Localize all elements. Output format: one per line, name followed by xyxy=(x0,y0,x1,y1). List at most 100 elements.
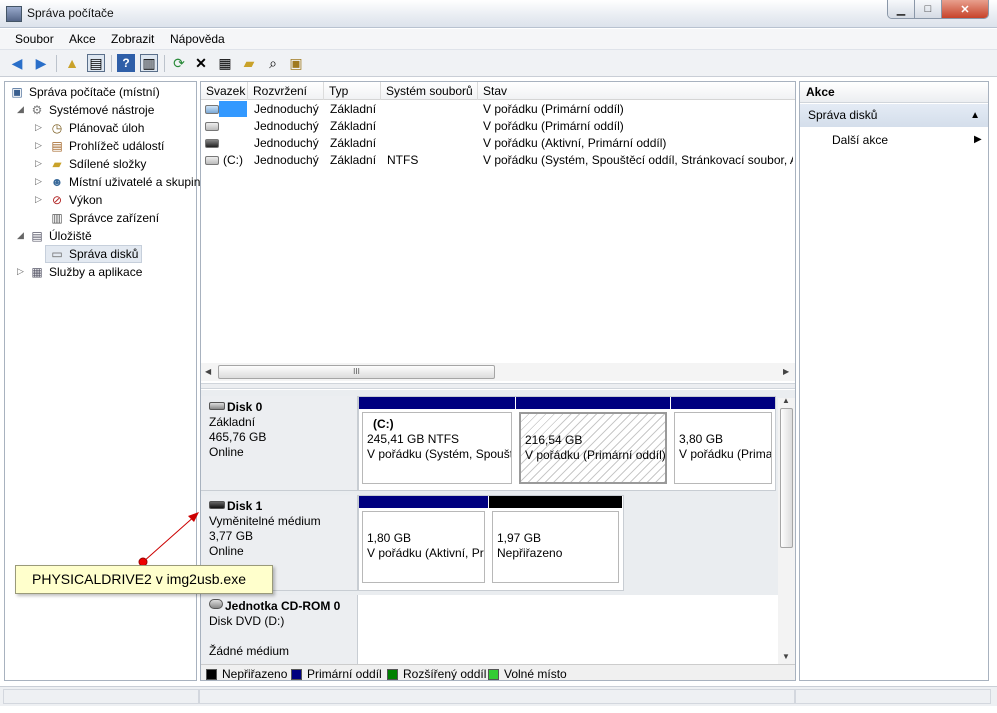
unallocated-bar xyxy=(489,496,622,508)
menu-file[interactable]: Soubor xyxy=(15,32,54,46)
tree-item-label: Systémové nástroje xyxy=(49,102,155,117)
column-header-type[interactable]: Typ xyxy=(324,82,381,100)
expand-icon[interactable]: ▷ xyxy=(35,158,44,169)
scroll-up-icon[interactable]: ▲ xyxy=(782,396,790,405)
menu-view[interactable]: Zobrazit xyxy=(111,32,154,46)
scroll-left-icon[interactable]: ◀ xyxy=(205,367,211,376)
horizontal-scrollbar[interactable]: ◀ III ▶ xyxy=(201,363,795,381)
vertical-scrollbar[interactable]: ▲ ▼ xyxy=(778,396,795,664)
minimize-button[interactable]: ▁ xyxy=(888,0,915,18)
tree-item-root[interactable]: ▣ Správa počítače (místní) xyxy=(9,83,159,100)
shared-folder-icon: ▰ xyxy=(52,156,62,171)
performance-icon: ⊘ xyxy=(51,192,63,207)
tree-item-storage[interactable]: ◢ ▤ Úložiště xyxy=(17,227,92,244)
cdrom-0-label[interactable]: Jednotka CD-ROM 0 Disk DVD (D:) Žádné mé… xyxy=(201,595,358,664)
disk-name: Disk 1 xyxy=(227,499,263,513)
status-cell xyxy=(3,689,199,704)
tree-item-system-tools[interactable]: ◢ ⚙ Systémové nástroje xyxy=(17,101,154,118)
tree-item-device-manager[interactable]: ▥ Správce zařízení xyxy=(49,209,159,226)
collapse-icon[interactable]: ◢ xyxy=(17,230,26,241)
tree-item-event-viewer[interactable]: ▷ ▤ Prohlížeč událostí xyxy=(35,137,164,154)
maximize-button[interactable]: □ xyxy=(915,0,942,18)
legend-swatch xyxy=(206,668,217,680)
actions-section-disk-management[interactable]: Správa disků ▲ xyxy=(800,104,988,127)
volume-row[interactable]: Jednoduchý Základní V pořádku (Primární … xyxy=(201,101,795,118)
menu-help[interactable]: Nápověda xyxy=(170,32,225,46)
tree-item-task-scheduler[interactable]: ▷ ◷ Plánovač úloh xyxy=(35,119,144,136)
pane-splitter[interactable] xyxy=(201,383,795,389)
more-actions-item[interactable]: Další akce xyxy=(832,133,888,147)
refresh-icon[interactable]: ⟳ xyxy=(170,54,188,72)
close-button[interactable]: ✕ xyxy=(942,0,988,18)
submenu-arrow-icon[interactable]: ▶ xyxy=(974,134,982,145)
partition-status: V pořádku (Prima xyxy=(679,447,772,461)
up-folder-icon[interactable]: ▲ xyxy=(63,54,81,72)
column-header-volume[interactable]: Svazek xyxy=(201,82,248,100)
expand-icon[interactable]: ▷ xyxy=(35,176,44,187)
disk-state: Online xyxy=(209,445,244,459)
tree-item-label: Výkon xyxy=(69,192,103,207)
partition-c[interactable]: (C:) 245,41 GB NTFS V pořádku (Systém, S… xyxy=(359,397,515,487)
legend-item: Rozšířený oddíl xyxy=(387,667,486,680)
volume-row[interactable]: (C:) Jednoduchý Základní NTFS V pořádku … xyxy=(201,152,795,169)
partition-body: 3,80 GB V pořádku (Prima xyxy=(674,412,772,484)
collapse-up-icon[interactable]: ▲ xyxy=(970,104,980,127)
legend-swatch xyxy=(488,668,499,680)
legend-label: Nepřiřazeno xyxy=(222,667,288,681)
expand-icon[interactable]: ▷ xyxy=(35,122,44,133)
expand-icon[interactable]: ▷ xyxy=(35,194,44,205)
tree-item-label: Plánovač úloh xyxy=(69,120,145,135)
expand-icon[interactable]: ▷ xyxy=(35,140,44,151)
volume-row[interactable]: Jednoduchý Základní V pořádku (Aktivní, … xyxy=(201,135,795,152)
menu-action[interactable]: Akce xyxy=(69,32,96,46)
help-icon[interactable]: ? xyxy=(117,54,135,72)
disk-state: Online xyxy=(209,544,244,558)
tree-item-disk-management[interactable]: ▭ Správa disků xyxy=(45,244,143,263)
scroll-right-icon[interactable]: ▶ xyxy=(783,367,789,376)
legend: Nepřiřazeno Primární oddíl Rozšířený odd… xyxy=(201,664,795,680)
column-header-status[interactable]: Stav xyxy=(478,82,795,100)
column-header-filesystem[interactable]: Systém souborů xyxy=(381,82,478,100)
properties-icon[interactable]: ▦ xyxy=(216,54,234,72)
scrollbar-thumb[interactable] xyxy=(780,408,793,548)
partition-primary-3gb[interactable]: 3,80 GB V pořádku (Prima xyxy=(671,397,775,487)
status-bar xyxy=(0,686,997,706)
disk-size: 3,77 GB xyxy=(209,529,254,543)
tree-item-services[interactable]: ▷ ▦ Služby a aplikace xyxy=(17,263,142,280)
tree-item-shared-folders[interactable]: ▷ ▰ Sdílené složky xyxy=(35,155,146,172)
tree-item-performance[interactable]: ▷ ⊘ Výkon xyxy=(35,191,102,208)
status-cell xyxy=(795,689,991,704)
disk-size: 465,76 GB xyxy=(209,430,267,444)
partition-primary-216gb[interactable]: 216,54 GB V pořádku (Primární oddíl) xyxy=(516,397,670,487)
hard-disk-icon xyxy=(209,402,225,410)
forward-icon[interactable]: ▶ xyxy=(32,54,50,72)
volume-row[interactable]: Jednoduchý Základní V pořádku (Primární … xyxy=(201,118,795,135)
volume-name-selected[interactable] xyxy=(219,101,247,117)
disk-state: Žádné médium xyxy=(209,644,290,658)
partition-size: 1,97 GB xyxy=(497,531,542,545)
collapse-icon[interactable]: ◢ xyxy=(17,104,26,115)
disk-0-label[interactable]: Disk 0 Základní 465,76 GB Online xyxy=(201,396,358,491)
delete-icon[interactable]: ✕ xyxy=(192,54,210,72)
column-header-layout[interactable]: Rozvržení xyxy=(248,82,324,100)
tools-icon: ⚙ xyxy=(31,102,43,117)
window-controls: ▁ □ ✕ xyxy=(887,0,989,19)
scroll-down-icon[interactable]: ▼ xyxy=(782,652,790,661)
wizard-icon[interactable]: ▣ xyxy=(287,54,305,72)
partition-primary-1gb[interactable]: 1,80 GB V pořádku (Aktivní, Pr xyxy=(359,496,488,586)
open-icon[interactable]: ▰ xyxy=(240,54,258,72)
title-bar[interactable]: Správa počítače ▁ □ ✕ xyxy=(0,0,997,28)
volume-layout: Jednoduchý xyxy=(254,102,319,116)
volume-type: Základní xyxy=(330,102,377,116)
expand-icon[interactable]: ▷ xyxy=(17,266,26,277)
volume-status: V pořádku (Aktivní, Primární oddíl) xyxy=(483,136,667,150)
partition-unallocated[interactable]: 1,97 GB Nepřiřazeno xyxy=(489,496,622,586)
show-hide-tree-icon[interactable]: ▤ xyxy=(87,54,105,72)
scrollbar-thumb[interactable]: III xyxy=(218,365,495,379)
back-icon[interactable]: ◀ xyxy=(8,54,26,72)
tree-item-local-users[interactable]: ▷ ☻ Místní uživatelé a skupiny xyxy=(35,173,206,190)
volume-status: V pořádku (Primární oddíl) xyxy=(483,102,624,116)
search-icon[interactable]: ⌕ xyxy=(264,54,282,72)
legend-item: Nepřiřazeno xyxy=(206,667,288,681)
show-hide-action-icon[interactable]: ▥ xyxy=(140,54,158,72)
